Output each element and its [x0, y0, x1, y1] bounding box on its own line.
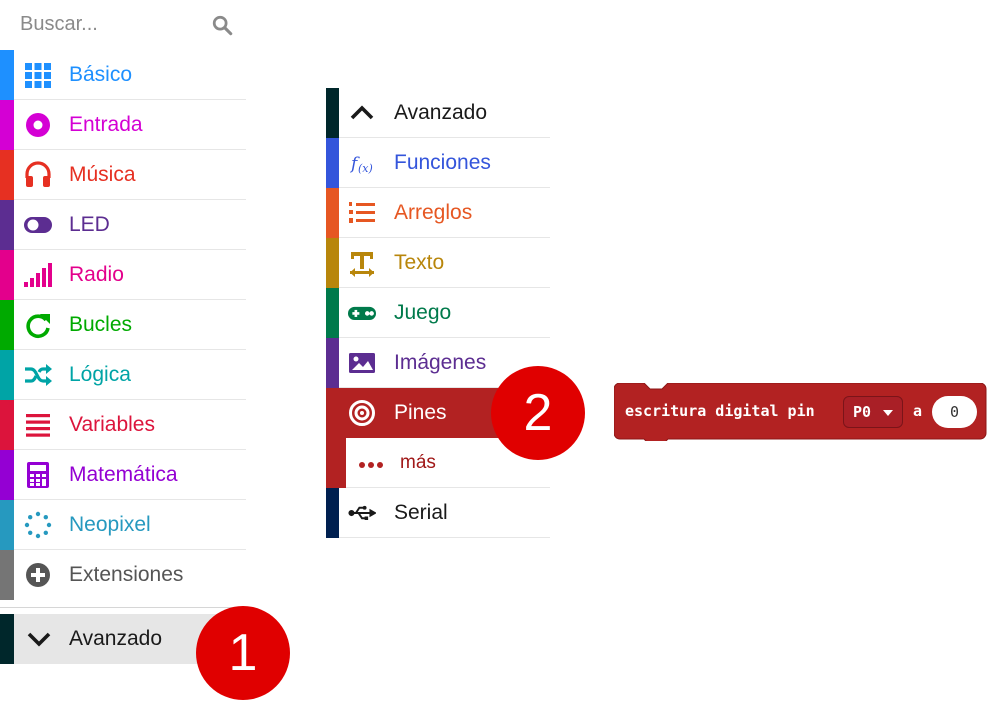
dots-ring-icon — [24, 511, 52, 539]
category-label: Variables — [69, 413, 155, 436]
menu-label: Avanzado — [394, 101, 488, 124]
category-bucles[interactable]: Bucles — [0, 300, 246, 350]
ellipsis-icon — [359, 462, 383, 468]
menu-juego[interactable]: Juego — [326, 288, 550, 338]
menu-label: Pines — [394, 401, 447, 424]
menu-arreglos[interactable]: Arreglos — [326, 188, 550, 238]
category-entrada[interactable]: Entrada — [0, 100, 246, 150]
category-label: Básico — [69, 63, 133, 86]
value-input[interactable]: 0 — [932, 396, 977, 428]
category-label: LED — [69, 213, 110, 236]
search-input[interactable]: Buscar... — [20, 13, 98, 36]
menu-label: más — [400, 452, 436, 473]
toggle-icon — [24, 217, 52, 233]
category-musica[interactable]: Música — [0, 150, 246, 200]
category-variables[interactable]: Variables — [0, 400, 246, 450]
menu-label: Texto — [394, 251, 445, 274]
svg-text:(x): (x) — [358, 162, 373, 175]
list-lines-icon — [26, 414, 50, 437]
category-label: Música — [69, 163, 136, 186]
menu-label: Juego — [394, 301, 452, 324]
search-box[interactable]: Buscar... — [0, 0, 246, 50]
target-icon — [26, 113, 50, 137]
shuffle-icon — [25, 364, 52, 386]
menu-label: Arreglos — [394, 201, 473, 224]
category-label: Lógica — [69, 363, 131, 386]
image-icon — [349, 353, 375, 373]
category-led[interactable]: LED — [0, 200, 246, 250]
step-badge-1: 1 — [196, 606, 290, 700]
category-radio[interactable]: Radio — [0, 250, 246, 300]
chevron-up-icon — [350, 105, 374, 120]
digital-write-pin-block[interactable]: escritura digital pin P0 a 0 — [614, 383, 988, 441]
category-label: Extensiones — [69, 563, 184, 586]
step-badge-2: 2 — [491, 366, 585, 460]
menu-label: Serial — [394, 501, 448, 524]
search-icon[interactable] — [211, 14, 233, 36]
usb-icon — [348, 505, 376, 520]
chevron-down-icon — [27, 632, 51, 647]
block-connector-text: a — [913, 402, 923, 420]
menu-funciones[interactable]: f (x) Funciones — [326, 138, 550, 188]
menu-avanzado[interactable]: Avanzado — [326, 88, 550, 138]
category-matematica[interactable]: Matemática — [0, 450, 246, 500]
plus-circle-icon — [26, 563, 50, 587]
category-neopixel[interactable]: Neopixel — [0, 500, 246, 550]
pin-dropdown-value: P0 — [853, 403, 872, 421]
menu-texto[interactable]: Texto — [326, 238, 550, 288]
headphones-icon — [25, 161, 51, 187]
numbered-list-icon — [349, 202, 375, 223]
category-label: Avanzado — [69, 627, 163, 650]
menu-serial[interactable]: Serial — [326, 488, 550, 538]
category-logica[interactable]: Lógica — [0, 350, 246, 400]
block-text: escritura digital pin — [625, 402, 815, 420]
category-label: Radio — [69, 263, 124, 286]
category-label: Neopixel — [69, 513, 151, 536]
category-extensiones[interactable]: Extensiones — [0, 550, 246, 600]
text-icon — [350, 252, 374, 277]
bullseye-icon — [349, 400, 375, 426]
gamepad-icon — [348, 306, 376, 320]
category-label: Entrada — [69, 113, 143, 136]
category-label: Bucles — [69, 313, 133, 336]
caret-down-icon — [883, 410, 893, 416]
menu-label: Funciones — [394, 151, 491, 174]
calculator-icon — [27, 462, 49, 488]
menu-label: Imágenes — [394, 351, 487, 374]
refresh-icon — [26, 314, 50, 338]
category-label: Matemática — [69, 463, 178, 486]
grid-icon — [25, 63, 51, 88]
category-basico[interactable]: Básico — [0, 50, 246, 100]
pin-dropdown[interactable]: P0 — [843, 396, 903, 428]
signal-bars-icon — [24, 263, 52, 287]
function-icon: f (x) — [349, 154, 373, 175]
